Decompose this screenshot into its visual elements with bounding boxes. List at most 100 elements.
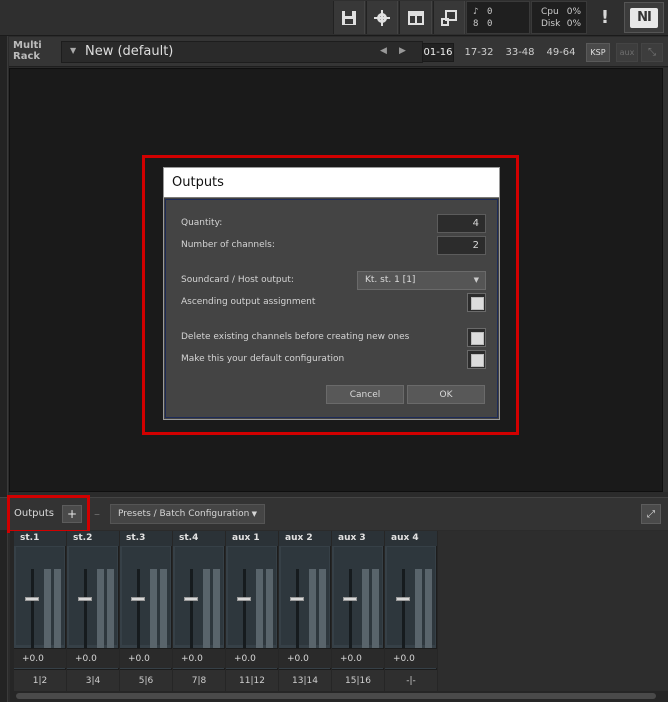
level-meter	[319, 569, 326, 655]
level-meter	[203, 569, 210, 655]
level-meter	[309, 569, 316, 655]
resize-button[interactable]	[433, 1, 465, 34]
prev-arrow-icon[interactable]: ◀	[380, 46, 387, 56]
page-tab-01-16[interactable]: 01-16	[422, 43, 454, 62]
channel-name: aux 4	[385, 531, 437, 546]
volume-fader[interactable]	[237, 597, 251, 601]
volume-fader[interactable]	[396, 597, 410, 601]
kontakt-window: ♪ 0 80 Cpu 0% Disk 0% ! NI Multi Rack ▼ New…	[0, 0, 668, 702]
level-meter	[256, 569, 263, 655]
channel-volume[interactable]: +0.0	[385, 648, 437, 668]
highlight-box-add-output	[7, 495, 90, 533]
volume-fader[interactable]	[290, 597, 304, 601]
multi-rack-label: Multi Rack	[13, 40, 42, 62]
channel-name: st.1	[14, 531, 66, 546]
channel-strip: st.4 +0.0 7|8	[173, 531, 225, 691]
midi-in-readout: ♪ 0	[473, 7, 493, 17]
channel-volume[interactable]: +0.0	[226, 648, 278, 668]
channel-volume[interactable]: +0.0	[120, 648, 172, 668]
aux-button[interactable]: aux	[616, 43, 638, 62]
channel-volume[interactable]: +0.0	[14, 648, 66, 668]
channel-volume[interactable]: +0.0	[173, 648, 225, 668]
channel-volume[interactable]: +0.0	[67, 648, 119, 668]
channel-routing[interactable]: -|-	[385, 669, 437, 691]
volume-fader[interactable]	[131, 597, 145, 601]
level-meter	[44, 569, 51, 655]
ksp-button[interactable]: KSP	[586, 43, 610, 62]
midi-icon: ♪	[473, 7, 479, 17]
page-tab-49-64[interactable]: 49-64	[544, 43, 578, 62]
channel-strip: aux 3 +0.0 15|16	[332, 531, 384, 691]
level-meter	[54, 569, 61, 655]
channel-volume[interactable]: +0.0	[279, 648, 331, 668]
audio-icon: 8	[473, 19, 479, 29]
multi-name-field[interactable]: ▼ New (default) ◀ ▶	[61, 41, 423, 63]
channel-routing[interactable]: 3|4	[67, 669, 119, 691]
outputs-header: Outputs + – Presets / Batch Configuratio…	[0, 497, 668, 530]
mixer-scrollbar[interactable]	[16, 693, 656, 699]
channel-name: st.4	[173, 531, 225, 546]
channel-name: aux 2	[279, 531, 331, 546]
channel-strip: aux 2 +0.0 13|14	[279, 531, 331, 691]
level-meter	[107, 569, 114, 655]
io-meter: ♪ 0 80	[466, 1, 530, 34]
channel-name: st.3	[120, 531, 172, 546]
page-tab-17-32[interactable]: 17-32	[462, 43, 496, 62]
channel-routing[interactable]: 11|12	[226, 669, 278, 691]
level-meter	[372, 569, 379, 655]
channel-volume[interactable]: +0.0	[332, 648, 384, 668]
chevron-down-icon: ▼	[251, 510, 257, 518]
channel-strip: st.1 +0.0 1|2	[14, 531, 66, 691]
disk-label: Disk	[541, 19, 561, 29]
volume-fader[interactable]	[25, 597, 39, 601]
volume-fader[interactable]	[343, 597, 357, 601]
save-icon	[342, 10, 356, 25]
volume-fader[interactable]	[184, 597, 198, 601]
dropdown-caret-icon[interactable]: ▼	[70, 46, 76, 55]
level-meter	[415, 569, 422, 655]
channel-routing[interactable]: 1|2	[14, 669, 66, 691]
channel-strip: st.2 +0.0 3|4	[67, 531, 119, 691]
channel-routing[interactable]: 5|6	[120, 669, 172, 691]
ni-logo-button[interactable]: NI	[624, 2, 664, 33]
audio-out-readout: 80	[473, 19, 493, 29]
disk-value: 0%	[566, 19, 581, 29]
volume-fader[interactable]	[78, 597, 92, 601]
page-tab-33-48[interactable]: 33-48	[503, 43, 537, 62]
cpu-label: Cpu	[541, 7, 559, 17]
view-button[interactable]	[399, 1, 432, 34]
remove-output-button[interactable]: –	[88, 505, 106, 523]
expand-button[interactable]: ⤢	[641, 504, 661, 524]
level-meter	[266, 569, 273, 655]
save-button[interactable]	[333, 1, 365, 34]
channel-strip: st.3 +0.0 5|6	[120, 531, 172, 691]
collapse-button[interactable]: ⤡	[641, 43, 663, 62]
multi-name: New (default)	[85, 44, 174, 59]
next-arrow-icon[interactable]: ▶	[399, 46, 406, 56]
channel-name: aux 1	[226, 531, 278, 546]
level-meter	[160, 569, 167, 655]
expand-icon: ⤢	[647, 508, 655, 520]
channel-routing[interactable]: 7|8	[173, 669, 225, 691]
collapse-icon: ⤡	[648, 47, 656, 58]
level-meter	[213, 569, 220, 655]
level-meter	[362, 569, 369, 655]
channel-routing[interactable]: 13|14	[279, 669, 331, 691]
warning-button[interactable]: !	[590, 1, 620, 34]
resize-icon	[441, 9, 457, 26]
channel-name: aux 3	[332, 531, 384, 546]
cpu-disk-meter: Cpu 0% Disk 0%	[531, 1, 587, 34]
left-edge	[0, 36, 8, 702]
channel-routing[interactable]: 15|16	[332, 669, 384, 691]
highlight-box-dialog	[142, 155, 519, 435]
presets-label: Presets / Batch Configuration	[118, 509, 250, 519]
presets-dropdown[interactable]: Presets / Batch Configuration ▼	[110, 504, 265, 524]
channel-strip: aux 4 +0.0 -|-	[385, 531, 437, 691]
mixer-empty-area	[438, 531, 668, 691]
gear-icon	[374, 9, 390, 26]
channel-name: st.2	[67, 531, 119, 546]
ni-logo: NI	[630, 7, 658, 28]
settings-button[interactable]	[366, 1, 398, 34]
channel-strip: aux 1 +0.0 11|12	[226, 531, 278, 691]
level-meter	[425, 569, 432, 655]
